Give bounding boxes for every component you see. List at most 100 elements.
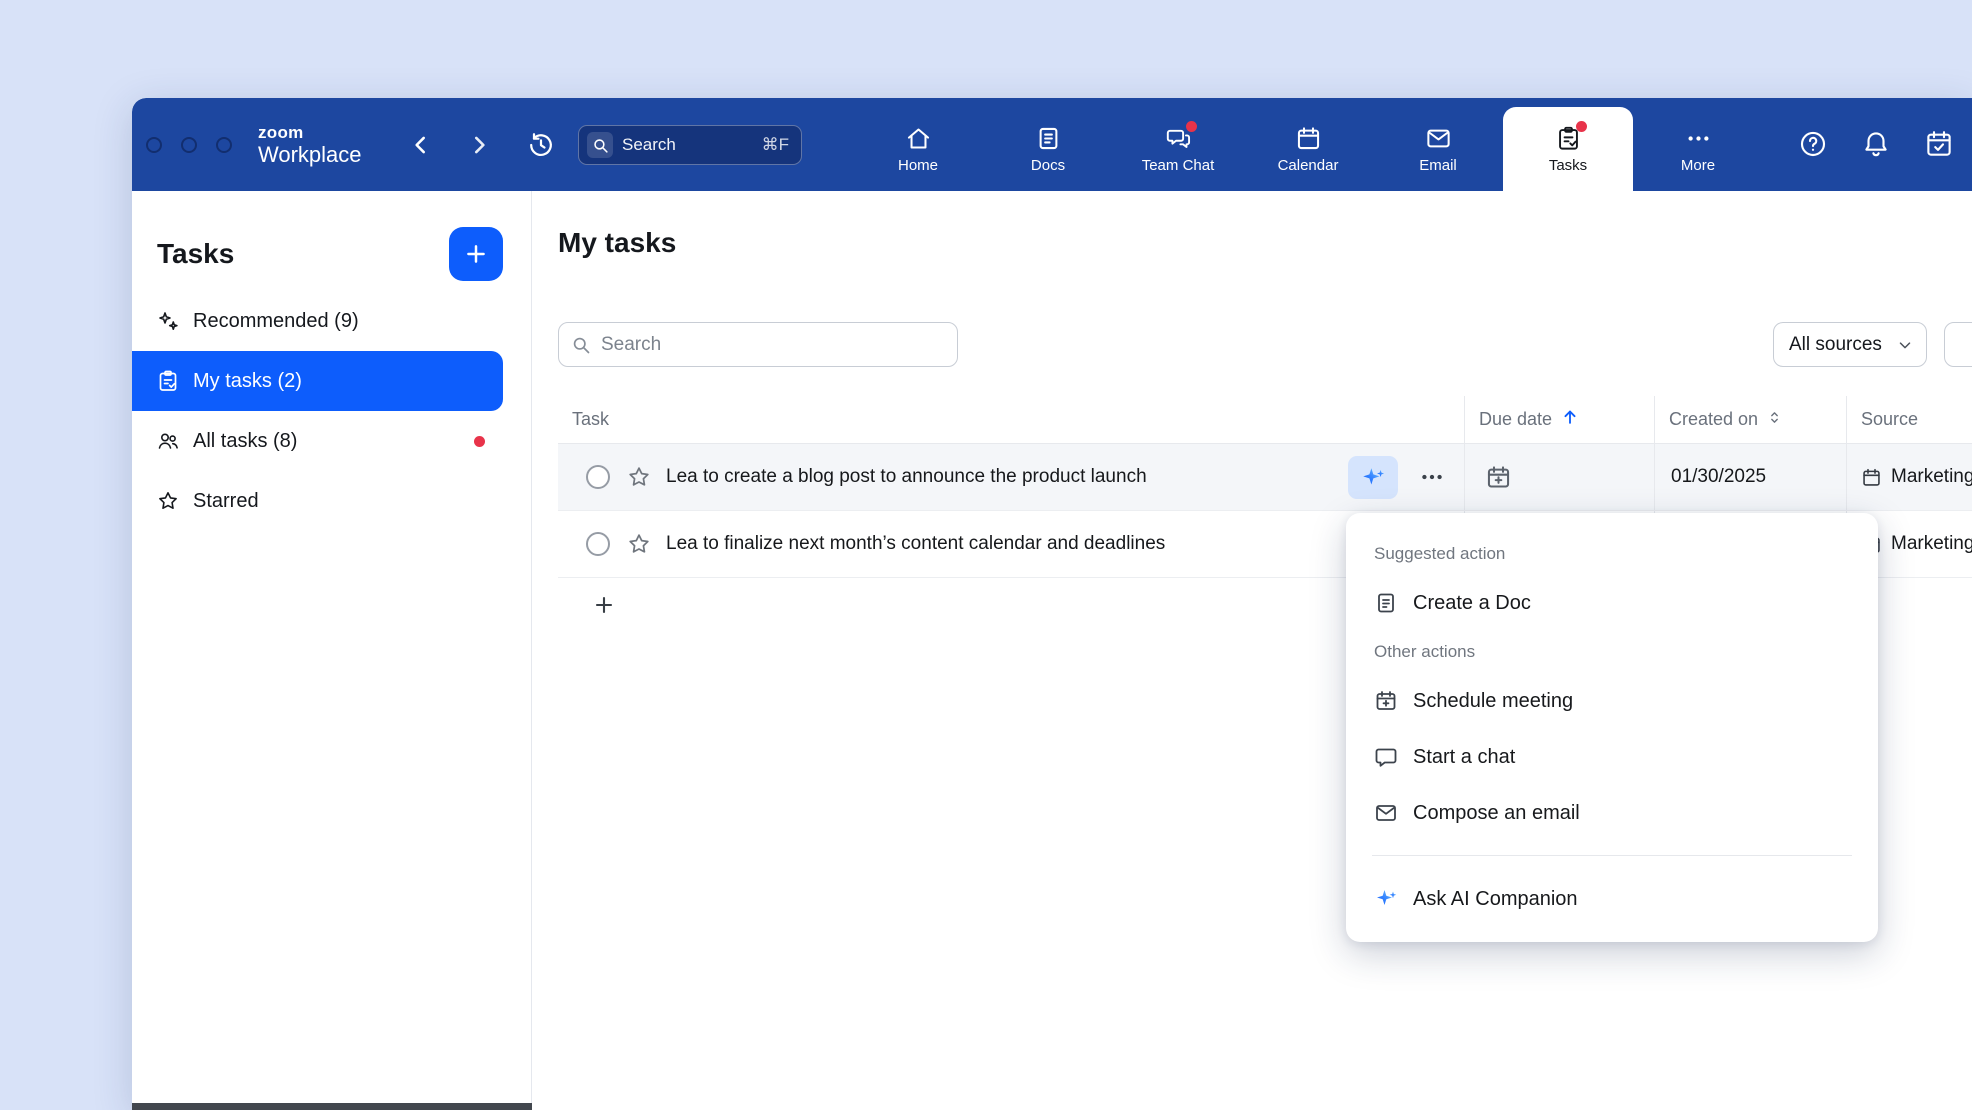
calendar-icon xyxy=(1861,467,1882,488)
task-actions-menu: Suggested action Create a Doc Other acti… xyxy=(1346,513,1878,942)
tasks-sidebar: Tasks Recommended (9) My tasks (2) All t… xyxy=(132,191,532,1110)
chevron-right-icon xyxy=(466,132,492,158)
window-controls xyxy=(146,98,232,191)
nav-tab-tasks[interactable]: Tasks xyxy=(1503,107,1633,191)
search-icon xyxy=(571,335,591,355)
menu-item-create-doc[interactable]: Create a Doc xyxy=(1346,575,1878,631)
calendar-widget-button[interactable] xyxy=(1923,129,1955,161)
source-value: Marketing xyxy=(1891,466,1972,488)
source-cell: Marketing xyxy=(1846,444,1972,510)
window-close-button[interactable] xyxy=(146,137,162,153)
help-button[interactable] xyxy=(1797,129,1829,161)
page-title: My tasks xyxy=(558,227,676,259)
column-header-created-on[interactable]: Created on xyxy=(1654,396,1846,443)
due-date-cell xyxy=(1464,444,1654,510)
source-value: Marketing xyxy=(1891,533,1972,555)
history-button[interactable] xyxy=(524,128,558,162)
column-header-due-date[interactable]: Due date xyxy=(1464,396,1654,443)
docs-icon xyxy=(1035,125,1062,152)
task-checkbox[interactable] xyxy=(586,465,610,489)
task-list-icon xyxy=(156,369,180,393)
sidebar-item-my-tasks[interactable]: My tasks (2) xyxy=(132,351,503,411)
top-navigation: Home Docs Team Chat Calendar xyxy=(853,107,1763,191)
task-checkbox[interactable] xyxy=(586,532,610,556)
sidebar-item-label: Recommended (9) xyxy=(193,310,359,333)
back-button[interactable] xyxy=(404,128,438,162)
home-icon xyxy=(905,125,932,152)
nav-tab-more[interactable]: More xyxy=(1633,107,1763,191)
add-due-date-button[interactable] xyxy=(1485,464,1512,491)
star-icon xyxy=(156,489,180,513)
help-icon xyxy=(1798,129,1828,159)
forward-button[interactable] xyxy=(462,128,496,162)
calendar-plus-icon xyxy=(1374,689,1398,713)
global-search-placeholder: Search xyxy=(622,135,676,155)
sidebar-item-recommended[interactable]: Recommended (9) xyxy=(132,291,503,351)
sources-filter-dropdown[interactable]: All sources xyxy=(1773,322,1927,367)
task-title: Lea to create a blog post to announce th… xyxy=(666,466,1147,488)
sidebar-list: Recommended (9) My tasks (2) All tasks (… xyxy=(132,291,531,531)
sources-filter-value: All sources xyxy=(1789,334,1882,356)
global-search[interactable]: Search ⌘F xyxy=(578,125,802,165)
task-search-input[interactable] xyxy=(601,334,945,356)
sidebar-title: Tasks xyxy=(157,238,234,270)
menu-item-ask-ai-companion[interactable]: Ask AI Companion xyxy=(1346,870,1878,928)
cutoff-toolbar-control[interactable] xyxy=(1944,322,1972,367)
notifications-bell-icon xyxy=(1861,129,1891,159)
sidebar-header: Tasks xyxy=(132,191,531,281)
calendar-plus-icon xyxy=(1485,464,1512,491)
ai-companion-button[interactable] xyxy=(1348,456,1398,499)
nav-tab-calendar[interactable]: Calendar xyxy=(1243,107,1373,191)
star-task-button[interactable] xyxy=(626,464,652,490)
sidebar-item-label: All tasks (8) xyxy=(193,430,297,453)
table-header: Task Due date Created on xyxy=(558,396,1972,444)
sidebar-item-label: Starred xyxy=(193,490,259,513)
sidebar-item-label: My tasks (2) xyxy=(193,370,302,393)
menu-item-compose-email[interactable]: Compose an email xyxy=(1346,785,1878,841)
chevron-left-icon xyxy=(408,132,434,158)
menu-item-schedule-meeting[interactable]: Schedule meeting xyxy=(1346,673,1878,729)
column-header-task: Task xyxy=(558,396,1464,443)
tasks-icon xyxy=(1555,125,1582,152)
window-minimize-button[interactable] xyxy=(181,137,197,153)
nav-tab-team-chat[interactable]: Team Chat xyxy=(1113,107,1243,191)
created-on-cell: 01/30/2025 xyxy=(1654,444,1846,510)
envelope-icon xyxy=(1374,801,1398,825)
people-icon xyxy=(156,429,180,453)
sidebar-item-starred[interactable]: Starred xyxy=(132,471,503,531)
sort-toggle-icon[interactable] xyxy=(1766,409,1783,431)
task-search[interactable] xyxy=(558,322,958,367)
menu-section-label: Other actions xyxy=(1346,631,1878,673)
my-tasks-panel: My tasks All sources Task Due date xyxy=(532,191,1972,1110)
calendar-widget-icon xyxy=(1924,129,1954,159)
task-cell: Lea to finalize next month’s content cal… xyxy=(558,511,1464,577)
app-body: Tasks Recommended (9) My tasks (2) All t… xyxy=(132,191,1972,1110)
created-on-value: 01/30/2025 xyxy=(1655,466,1766,488)
team-chat-icon xyxy=(1165,125,1192,152)
nav-tab-docs[interactable]: Docs xyxy=(983,107,1113,191)
menu-item-start-chat[interactable]: Start a chat xyxy=(1346,729,1878,785)
new-task-button[interactable] xyxy=(449,227,503,281)
ai-sparkle-icon xyxy=(1360,465,1386,491)
ai-companion-icon xyxy=(1374,887,1398,911)
window-topbar: zoom Workplace Search ⌘F xyxy=(132,98,1972,191)
dock-edge xyxy=(132,1103,532,1110)
sparkles-icon xyxy=(156,309,180,333)
column-header-source: Source xyxy=(1846,396,1972,443)
star-icon xyxy=(626,531,652,557)
nav-tab-email[interactable]: Email xyxy=(1373,107,1503,191)
window-maximize-button[interactable] xyxy=(216,137,232,153)
add-task-inline-button[interactable] xyxy=(591,593,617,619)
zoom-workplace-window: zoom Workplace Search ⌘F xyxy=(132,98,1972,1110)
sort-ascending-icon[interactable] xyxy=(1560,407,1580,432)
sidebar-item-all-tasks[interactable]: All tasks (8) xyxy=(132,411,503,471)
nav-tab-home[interactable]: Home xyxy=(853,107,983,191)
menu-divider xyxy=(1372,855,1852,856)
task-row[interactable]: Lea to create a blog post to announce th… xyxy=(558,444,1972,511)
notifications-button[interactable] xyxy=(1860,129,1892,161)
row-more-actions-button[interactable] xyxy=(1416,462,1448,494)
star-icon xyxy=(626,464,652,490)
task-title: Lea to finalize next month’s content cal… xyxy=(666,533,1165,555)
search-shortcut: ⌘F xyxy=(762,135,789,155)
star-task-button[interactable] xyxy=(626,531,652,557)
